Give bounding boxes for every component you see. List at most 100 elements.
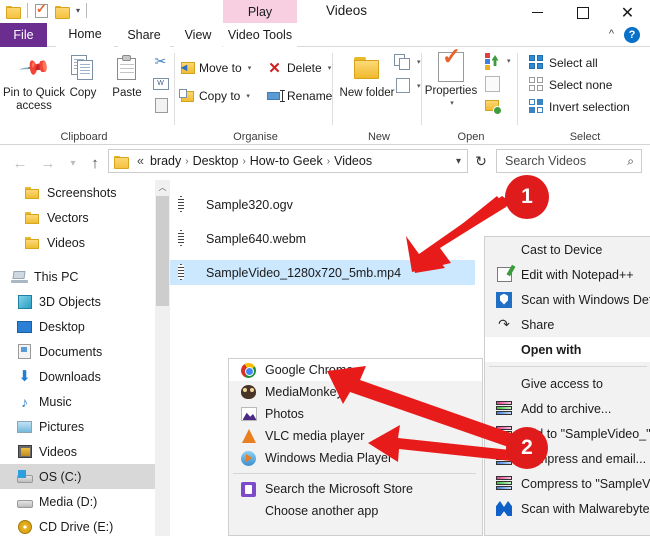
breadcrumb-item-1[interactable]: Desktop <box>190 154 242 168</box>
delete-caret-icon[interactable]: ▾ <box>328 64 332 72</box>
navigation-pane: Screenshots Vectors Videos This PC 3D Ob… <box>0 180 170 536</box>
submenu-item-photos[interactable]: Photos <box>229 403 482 425</box>
sidebar-item-screenshots[interactable]: Screenshots <box>0 180 170 205</box>
copy-path-button[interactable]: W <box>152 75 169 92</box>
search-input[interactable]: Search Videos <box>505 154 586 168</box>
sidebar-item-desktop[interactable]: Desktop <box>0 314 170 339</box>
move-to-button[interactable]: ◄ Move to ▾ <box>178 59 252 76</box>
delete-button[interactable]: ✕ Delete ▾ <box>266 59 332 77</box>
pin-to-quick-access-button[interactable]: 📌 Pin to Quick access <box>3 51 65 112</box>
sidebar-item-label: 3D Objects <box>39 294 101 309</box>
close-button[interactable]: ✕ <box>605 0 650 25</box>
submenu-item-search-microsoft-store[interactable]: Search the Microsoft Store <box>229 478 482 500</box>
cut-button[interactable]: ✂ <box>152 53 169 70</box>
context-menu-item-share[interactable]: ↷ Share <box>485 312 650 337</box>
breadcrumb-overflow[interactable]: « <box>134 154 147 168</box>
submenu-item-choose-another-app[interactable]: Choose another app <box>229 500 482 522</box>
folder-icon <box>24 210 41 226</box>
address-bar[interactable]: « brady › Desktop › How-to Geek › Videos… <box>108 149 468 173</box>
copy-to-button[interactable]: Copy to ▾ <box>178 87 250 104</box>
copy-to-caret-icon[interactable]: ▾ <box>246 92 250 100</box>
sidebar-item-3d-objects[interactable]: 3D Objects <box>0 289 170 314</box>
sidebar-item-videos[interactable]: Videos <box>0 439 170 464</box>
forward-button[interactable]: → <box>38 153 58 173</box>
breadcrumb-item-3[interactable]: Videos <box>331 154 375 168</box>
ribbon-group-select: Select all Select none Invert selection … <box>520 47 650 145</box>
sidebar-item-cd-drive-e[interactable]: CD Drive (E:) <box>0 514 170 536</box>
navigation-pane-scrollbar[interactable]: ︿ <box>155 180 170 536</box>
open-button[interactable]: ▾ <box>484 52 511 70</box>
select-none-button[interactable]: Select none <box>528 76 612 93</box>
sidebar-item-downloads[interactable]: ⬇ Downloads <box>0 364 170 389</box>
ribbon-group-new: New folder ▾ ▾ New <box>336 47 422 145</box>
new-folder-icon[interactable] <box>55 5 70 19</box>
scroll-up-icon[interactable]: ︿ <box>155 180 170 195</box>
folder-icon[interactable] <box>6 5 21 19</box>
paste-button[interactable]: Paste <box>104 51 150 100</box>
edit-button[interactable] <box>484 75 501 92</box>
select-all-button[interactable]: Select all <box>528 54 598 71</box>
address-bar-row: ← → ▾ ↑ « brady › Desktop › How-to Geek … <box>0 146 650 180</box>
up-button[interactable]: ↑ <box>85 153 105 173</box>
submenu-item-mediamonkey[interactable]: MediaMonkey <box>229 381 482 403</box>
refresh-button[interactable]: ↻ <box>472 152 490 170</box>
tab-home[interactable]: Home <box>56 23 114 47</box>
sidebar-item-this-pc[interactable]: This PC <box>0 264 170 289</box>
rename-button[interactable]: Rename <box>266 87 332 104</box>
minimize-button[interactable] <box>515 0 560 25</box>
move-to-caret-icon[interactable]: ▾ <box>248 64 252 72</box>
customize-quick-access-dropdown[interactable]: ▾ <box>76 6 80 15</box>
copy-button[interactable]: Copy <box>60 51 106 100</box>
annotation-badge-2: 2 <box>506 427 548 469</box>
context-menu-item-compress-to-named[interactable]: Compress to "SampleV <box>485 471 650 496</box>
context-menu-item-open-with[interactable]: Open with <box>485 337 650 362</box>
scrollbar-thumb[interactable] <box>156 196 169 306</box>
breadcrumb-item-0[interactable]: brady <box>147 154 184 168</box>
copy-path-icon: W <box>152 75 169 92</box>
sidebar-item-documents[interactable]: Documents <box>0 339 170 364</box>
context-menu-item-label: Add to archive... <box>521 401 612 416</box>
submenu-item-vlc-media-player[interactable]: VLC media player <box>229 425 482 447</box>
context-menu-item-cast-to-device[interactable]: Cast to Device <box>485 237 650 262</box>
list-item[interactable]: SampleVideo_1280x720_5mb.mp4 <box>170 260 475 285</box>
context-menu-item-edit-with-notepadpp[interactable]: Edit with Notepad++ <box>485 262 650 287</box>
context-menu-item-scan-with-windows-defender[interactable]: Scan with Windows Def <box>485 287 650 312</box>
winrar-icon <box>495 400 513 417</box>
ribbon-group-label-clipboard: Clipboard <box>60 131 108 143</box>
address-dropdown-icon[interactable]: ▾ <box>456 156 461 167</box>
submenu-item-google-chrome[interactable]: Google Chrome <box>229 359 482 381</box>
list-item[interactable]: Sample320.ogv <box>170 192 485 217</box>
context-menu-item-scan-with-malwarebytes[interactable]: Scan with Malwarebyte <box>485 496 650 521</box>
new-folder-button[interactable]: New folder <box>339 51 395 99</box>
tab-view[interactable]: View <box>174 23 222 47</box>
sidebar-item-music[interactable]: ♪ Music <box>0 389 170 414</box>
invert-selection-button[interactable]: Invert selection <box>528 98 630 115</box>
list-item[interactable]: Sample640.webm <box>170 226 485 251</box>
sidebar-item-media-d[interactable]: Media (D:) <box>0 489 170 514</box>
properties-icon[interactable] <box>35 1 48 18</box>
easy-access-button[interactable]: ▾ <box>394 77 421 94</box>
context-menu-item-add-to-archive[interactable]: Add to archive... <box>485 396 650 421</box>
search-box[interactable]: Search Videos ⌕ <box>496 149 642 173</box>
tab-video-tools[interactable]: Video Tools <box>223 23 297 47</box>
breadcrumb-item-2[interactable]: How-to Geek <box>247 154 326 168</box>
move-to-icon: ◄ <box>178 59 195 76</box>
properties-button[interactable]: Properties ▾ <box>420 50 482 110</box>
new-item-button[interactable]: ▾ <box>394 53 421 70</box>
context-menu-item-give-access-to[interactable]: Give access to <box>485 371 650 396</box>
sidebar-item-videos-folder[interactable]: Videos <box>0 230 170 255</box>
sidebar-item-vectors[interactable]: Vectors <box>0 205 170 230</box>
submenu-item-windows-media-player[interactable]: Windows Media Player <box>229 447 482 469</box>
help-icon[interactable]: ? <box>624 27 640 43</box>
sidebar-item-os-c[interactable]: OS (C:) <box>0 464 170 489</box>
tab-share[interactable]: Share <box>118 23 170 47</box>
paste-shortcut-button[interactable] <box>153 97 170 114</box>
tab-file[interactable]: File <box>0 23 47 47</box>
recent-locations-button[interactable]: ▾ <box>63 153 83 173</box>
sidebar-item-pictures[interactable]: Pictures <box>0 414 170 439</box>
back-button[interactable]: ← <box>10 153 30 173</box>
maximize-button[interactable] <box>560 0 605 25</box>
qat-divider-2 <box>86 3 88 18</box>
history-button[interactable] <box>484 97 502 115</box>
collapse-ribbon-icon[interactable]: ^ <box>609 28 614 40</box>
